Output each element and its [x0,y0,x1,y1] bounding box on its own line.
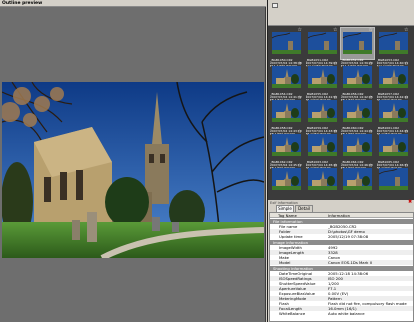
close-icon[interactable]: ✖ [408,200,412,205]
star-icon[interactable]: ☆ [369,28,373,33]
folder-icon[interactable] [272,3,278,8]
exif-table: Tag Name Information File information Fi… [269,212,414,322]
star-icon[interactable]: ☆ [298,96,302,101]
star-icon[interactable]: ☆ [404,62,408,67]
star-icon[interactable]: ☆ [333,28,337,33]
tab-simple[interactable]: Simple [276,205,294,212]
thumbnail-toolbar [268,0,414,26]
star-icon[interactable]: ☆ [404,130,408,135]
exif-panel: Exif information ✖ Simple Detail Tag Nam… [267,200,414,322]
star-icon[interactable]: ☆ [298,130,302,135]
table-row[interactable]: Update time 2005/12/19 07:38:08 [270,234,413,239]
tag-name: WhiteBalance [279,311,306,316]
thumbnail-item[interactable]: ☆ [341,164,374,204]
table-row[interactable]: WhiteBalance Auto white balance [270,311,413,316]
star-icon[interactable]: ☆ [369,130,373,135]
outline-title: Outline preview [2,1,43,6]
thumbnail-browser: ☆_BGB1050.CR22007/07/04 14:38:48F11 1/25… [267,0,414,200]
thumbnail-item[interactable]: ☆ [306,164,339,204]
star-icon[interactable]: ☆ [404,164,408,169]
star-icon[interactable]: ☆ [369,164,373,169]
star-icon[interactable]: ☆ [298,28,302,33]
tag-name: Model [279,260,291,265]
star-icon[interactable]: ☆ [333,164,337,169]
star-icon[interactable]: ☆ [333,130,337,135]
column-header-tag-name[interactable]: Tag Name [278,213,325,218]
thumbnail-item[interactable]: ☆ [270,164,303,204]
exif-table-header: Tag Name Information [270,213,413,218]
star-icon[interactable]: ☆ [333,62,337,67]
thumbnail-item[interactable]: ☆ [377,164,410,204]
star-icon[interactable]: ☆ [333,96,337,101]
tag-value: Canon EOS-1Ds Mark II [328,260,372,265]
tag-name: Update time [279,234,303,239]
star-icon[interactable]: ☆ [298,62,302,67]
outline-preview-panel: Outline preview [0,0,266,322]
tag-value: 2005/12/19 07:38:08 [328,234,369,239]
star-icon[interactable]: ☆ [404,96,408,101]
tab-detail[interactable]: Detail [295,205,313,212]
star-icon[interactable]: ☆ [369,62,373,67]
thumbnail-grid: ☆_BGB1050.CR22007/07/04 14:38:48F11 1/25… [270,27,412,198]
tag-value: Auto white balance [328,311,365,316]
star-icon[interactable]: ☆ [298,164,302,169]
column-header-information[interactable]: Information [328,213,413,218]
star-icon[interactable]: ☆ [369,96,373,101]
star-icon[interactable]: ☆ [404,28,408,33]
outline-titlebar: Outline preview [0,0,266,7]
table-row[interactable]: Model Canon EOS-1Ds Mark II [270,260,413,265]
preview-image[interactable] [2,82,264,258]
